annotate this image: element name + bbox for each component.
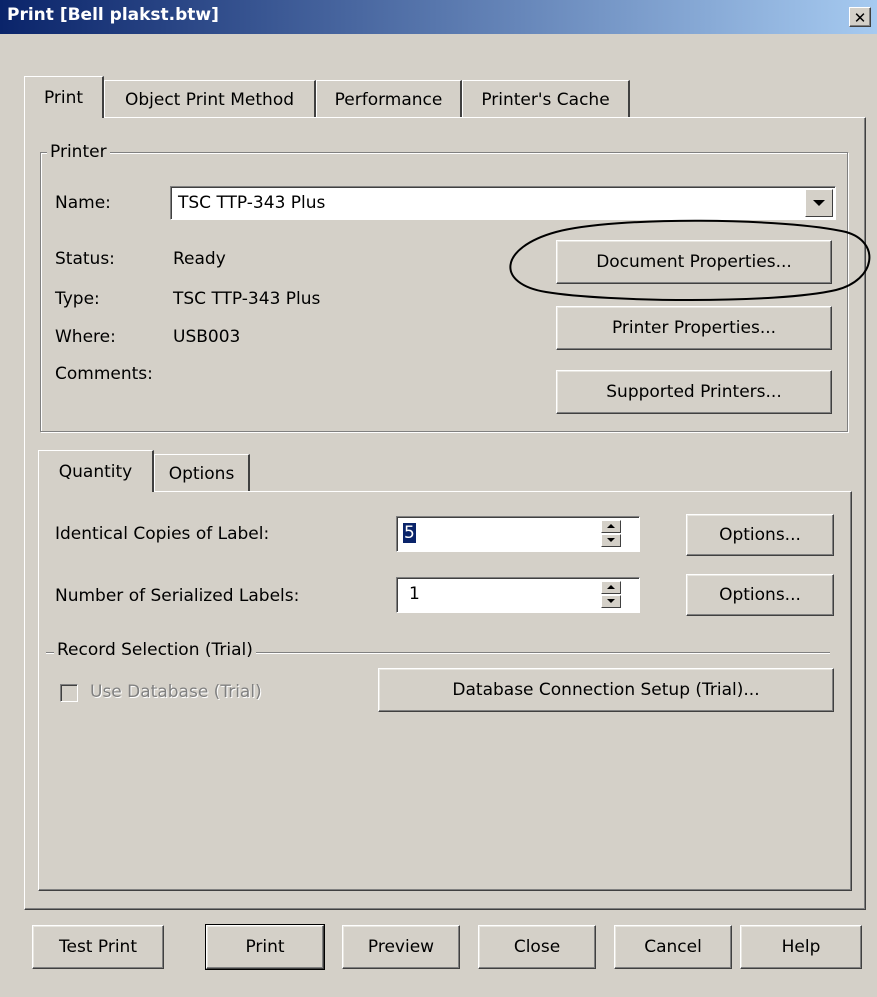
- supported-printers-label: Supported Printers...: [606, 382, 782, 402]
- identical-copies-label: Identical Copies of Label:: [55, 524, 270, 544]
- identical-copies-options-button[interactable]: Options...: [686, 514, 834, 556]
- preview-button[interactable]: Preview: [342, 925, 460, 969]
- test-print-button[interactable]: Test Print: [32, 925, 164, 969]
- status-label: Status:: [55, 249, 115, 269]
- close-icon[interactable]: ✕: [849, 7, 871, 27]
- close-button[interactable]: Close: [478, 925, 596, 969]
- print-label: Print: [245, 937, 285, 957]
- spin-down-icon[interactable]: [601, 595, 621, 608]
- spin-up-icon[interactable]: [601, 581, 621, 594]
- where-label: Where:: [55, 327, 116, 347]
- tab-label: Print: [43, 87, 84, 108]
- printer-name-value: TSC TTP-343 Plus: [178, 193, 326, 213]
- options-label: Options...: [719, 585, 801, 605]
- options-label: Options...: [719, 525, 801, 545]
- name-label: Name:: [55, 193, 111, 213]
- window-title: Print [Bell plakst.btw]: [7, 5, 219, 25]
- identical-copies-input[interactable]: 5: [396, 516, 640, 552]
- comments-label: Comments:: [55, 364, 153, 384]
- spin-up-icon[interactable]: [601, 520, 621, 533]
- subtab-label: Options: [168, 463, 235, 484]
- help-label: Help: [781, 937, 821, 957]
- where-value: USB003: [173, 327, 241, 347]
- serialized-options-button[interactable]: Options...: [686, 574, 834, 616]
- database-connection-setup-button[interactable]: Database Connection Setup (Trial)...: [378, 668, 834, 712]
- tab-label: Printer's Cache: [481, 89, 610, 110]
- record-selection-label: Record Selection (Trial): [54, 640, 256, 660]
- type-value: TSC TTP-343 Plus: [173, 289, 321, 309]
- subtab-options[interactable]: Options: [154, 454, 250, 492]
- serialized-labels-label: Number of Serialized Labels:: [55, 586, 300, 606]
- tab-performance[interactable]: Performance: [316, 80, 462, 118]
- printer-properties-button[interactable]: Printer Properties...: [556, 306, 832, 350]
- supported-printers-button[interactable]: Supported Printers...: [556, 370, 832, 414]
- annotation-ellipse: [509, 219, 871, 301]
- tab-label: Object Print Method: [124, 89, 295, 110]
- preview-label: Preview: [367, 937, 435, 957]
- subtab-quantity[interactable]: Quantity: [38, 450, 154, 492]
- use-database-checkbox[interactable]: [60, 684, 78, 702]
- tab-printers-cache[interactable]: Printer's Cache: [462, 80, 630, 118]
- serialized-labels-value: 1: [409, 584, 420, 604]
- tab-label: Performance: [334, 89, 443, 110]
- cancel-label: Cancel: [644, 937, 702, 957]
- test-print-label: Test Print: [59, 937, 137, 957]
- use-database-label: Use Database (Trial): [90, 682, 262, 702]
- database-connection-setup-label: Database Connection Setup (Trial)...: [452, 680, 760, 700]
- print-button[interactable]: Print: [205, 924, 325, 970]
- title-bar: Print [Bell plakst.btw] ✕: [0, 0, 877, 34]
- tab-print[interactable]: Print: [24, 76, 104, 118]
- spin-down-icon[interactable]: [601, 534, 621, 547]
- type-label: Type:: [55, 289, 100, 309]
- printer-group-label: Printer: [47, 142, 110, 162]
- tab-object-print-method[interactable]: Object Print Method: [104, 80, 316, 118]
- subtab-label: Quantity: [58, 461, 133, 482]
- close-label: Close: [513, 937, 561, 957]
- printer-properties-label: Printer Properties...: [611, 318, 777, 338]
- identical-copies-value: 5: [403, 523, 416, 543]
- status-value: Ready: [173, 249, 226, 269]
- help-button[interactable]: Help: [740, 925, 862, 969]
- cancel-button[interactable]: Cancel: [614, 925, 732, 969]
- serialized-labels-input[interactable]: 1: [396, 577, 640, 613]
